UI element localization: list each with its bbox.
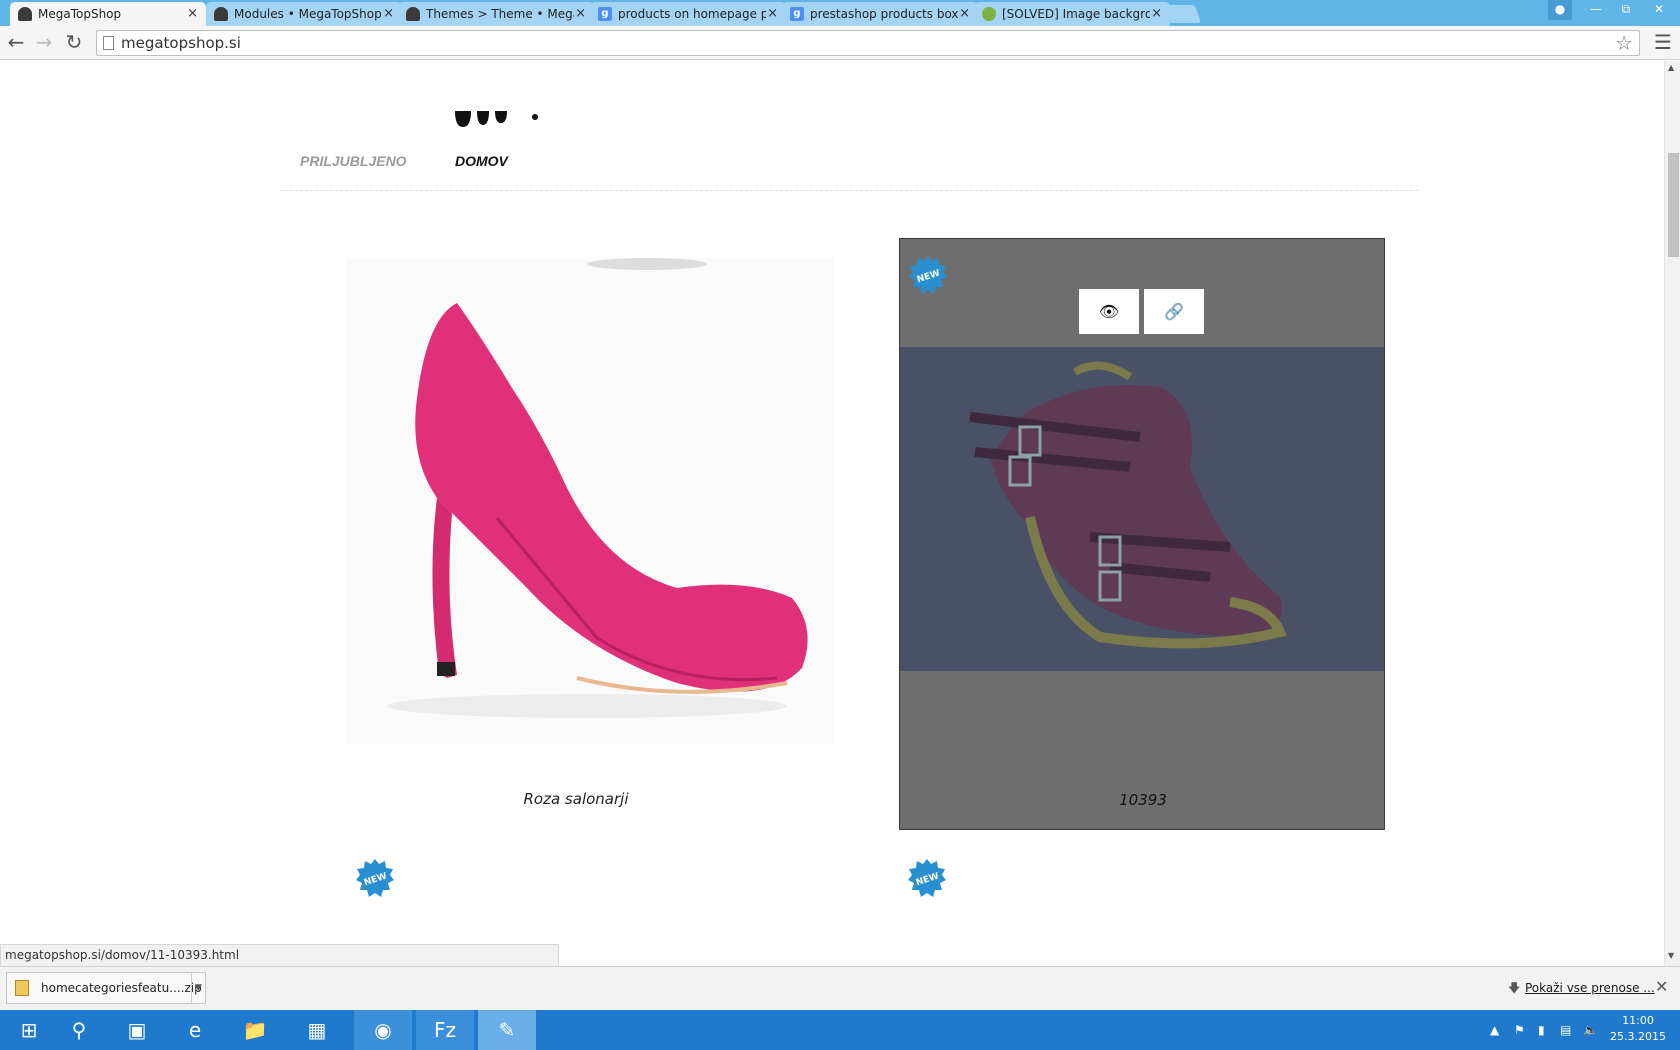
tab-label: prestashop products box h <box>810 7 958 21</box>
close-tab-icon[interactable]: × <box>1151 2 1162 26</box>
clock[interactable]: 11:00 25.3.2015 <box>1608 1013 1668 1045</box>
browser-toolbar: ← → ↻ megatopshop.si ☆ ☰ <box>0 26 1680 60</box>
shop-logo-fragment <box>455 111 538 127</box>
menu-icon[interactable]: ☰ <box>1654 32 1674 52</box>
tab-priljubljeno[interactable]: PRILJUBLJENO <box>300 153 407 169</box>
page-icon <box>103 36 114 50</box>
forum-icon <box>982 7 996 21</box>
section-divider <box>280 190 1418 191</box>
eye-icon: 👁 <box>1098 302 1120 321</box>
new-badge: NEW <box>908 255 948 295</box>
close-window-icon[interactable]: ✕ <box>1642 0 1676 20</box>
power-icon[interactable]: ▮ <box>1538 1010 1545 1050</box>
tab-google-search-2[interactable]: g prestashop products box h × <box>782 2 978 26</box>
prestashop-icon <box>18 7 32 21</box>
reload-icon[interactable]: ↻ <box>62 30 86 54</box>
clock-time: 11:00 <box>1622 1014 1654 1027</box>
scroll-down-icon[interactable]: ▼ <box>1668 951 1674 960</box>
download-arrow-icon: 🡇 <box>1508 981 1521 995</box>
prestashop-icon <box>214 7 228 21</box>
status-url-bubble: megatopshop.si/domov/11-10393.html <box>0 944 559 966</box>
internet-explorer-icon[interactable]: e <box>166 1010 224 1050</box>
link-icon: 🔗 <box>1164 302 1184 321</box>
download-item[interactable]: homecategoriesfeatu....zip ▼ <box>6 972 206 1004</box>
tab-label: [SOLVED] Image backgrou <box>1002 7 1150 21</box>
close-tab-icon[interactable]: × <box>767 2 778 26</box>
network-icon[interactable]: ▤ <box>1560 1010 1571 1050</box>
back-icon[interactable]: ← <box>4 30 28 54</box>
tab-label: products on homepage pr <box>618 7 766 21</box>
page-scrollbar[interactable]: ▲ ▼ <box>1664 61 1680 966</box>
store-icon[interactable]: ▦ <box>288 1010 346 1050</box>
google-icon: g <box>790 7 804 21</box>
download-bar: homecategoriesfeatu....zip ▼ 🡇 Pokaži vs… <box>0 966 1680 1010</box>
tab-megatopshop[interactable]: MegaTopShop × <box>10 2 206 26</box>
scrollbar-thumb[interactable] <box>1668 153 1679 257</box>
product-card[interactable]: Roza salonarji <box>333 238 833 830</box>
show-all-downloads-link[interactable]: Pokaži vse prenose ... <box>1525 981 1655 995</box>
tab-themes[interactable]: Themes > Theme • MegaTopShop × <box>398 2 594 26</box>
product-image[interactable] <box>347 258 833 744</box>
product-name[interactable]: 10393 <box>900 791 1386 809</box>
flag-icon[interactable]: ⚑ <box>1514 1010 1525 1050</box>
tab-label: Themes > Theme • MegaTopShop <box>426 7 574 21</box>
url-text[interactable]: megatopshop.si <box>121 31 241 55</box>
close-tab-icon[interactable]: × <box>959 2 970 26</box>
quick-view-button[interactable]: 👁 <box>1079 289 1139 334</box>
download-file-name[interactable]: homecategoriesfeatu....zip <box>41 973 202 1003</box>
google-icon: g <box>598 7 612 21</box>
filezilla-icon[interactable]: Fz <box>416 1010 474 1050</box>
minimize-icon[interactable]: — <box>1582 0 1610 20</box>
new-badge: NEW <box>907 858 947 898</box>
close-tab-icon[interactable]: × <box>383 2 394 26</box>
windows-taskbar: ⊞ ⚲ ▣ e 📁 ▦ ◉ Fz ✎ ▲ ⚑ ▮ ▤ 🔈 11:00 25.3.… <box>0 1010 1680 1050</box>
forward-icon[interactable]: → <box>32 30 56 54</box>
chevron-down-icon[interactable]: ▼ <box>191 973 205 1003</box>
tab-label: Modules • MegaTopShop <box>234 7 382 21</box>
task-view-icon[interactable]: ▣ <box>108 1010 166 1050</box>
notepad-icon[interactable]: ✎ <box>478 1010 536 1050</box>
tab-google-search-1[interactable]: g products on homepage pr × <box>590 2 786 26</box>
restore-icon[interactable]: ⧉ <box>1612 0 1640 20</box>
volume-icon[interactable]: 🔈 <box>1583 1010 1598 1050</box>
tab-domov[interactable]: DOMOV <box>455 153 508 169</box>
clock-date: 25.3.2015 <box>1610 1030 1666 1043</box>
prestashop-icon <box>406 7 420 21</box>
product-image[interactable] <box>900 347 1384 671</box>
new-tab-button[interactable] <box>1162 5 1202 23</box>
scroll-up-icon[interactable]: ▲ <box>1668 63 1674 72</box>
product-link-button[interactable]: 🔗 <box>1144 289 1204 334</box>
close-tab-icon[interactable]: × <box>575 2 586 26</box>
browser-titlebar: MegaTopShop × Modules • MegaTopShop × Th… <box>0 0 1680 26</box>
user-icon[interactable]: ● <box>1548 0 1572 20</box>
address-bar[interactable]: megatopshop.si ☆ <box>96 30 1640 56</box>
tab-modules[interactable]: Modules • MegaTopShop × <box>206 2 402 26</box>
close-download-bar-icon[interactable]: ✕ <box>1655 977 1668 996</box>
bookmark-star-icon[interactable]: ☆ <box>1615 31 1633 55</box>
product-card-hovered[interactable]: NEW 👁 🔗 10393 <box>899 238 1385 830</box>
close-tab-icon[interactable]: × <box>187 2 198 26</box>
chrome-icon[interactable]: ◉ <box>354 1010 412 1050</box>
page-viewport: PRILJUBLJENO DOMOV Roza salonarji NEW 👁 … <box>0 61 1664 966</box>
zip-file-icon <box>15 980 29 996</box>
search-icon[interactable]: ⚲ <box>50 1010 108 1050</box>
tab-label: MegaTopShop <box>38 7 122 21</box>
tray-overflow-icon[interactable]: ▲ <box>1490 1010 1499 1050</box>
file-explorer-icon[interactable]: 📁 <box>226 1010 284 1050</box>
tab-forum[interactable]: [SOLVED] Image backgrou × <box>974 2 1170 26</box>
product-name[interactable]: Roza salonarji <box>333 790 819 808</box>
new-badge: NEW <box>355 858 395 898</box>
